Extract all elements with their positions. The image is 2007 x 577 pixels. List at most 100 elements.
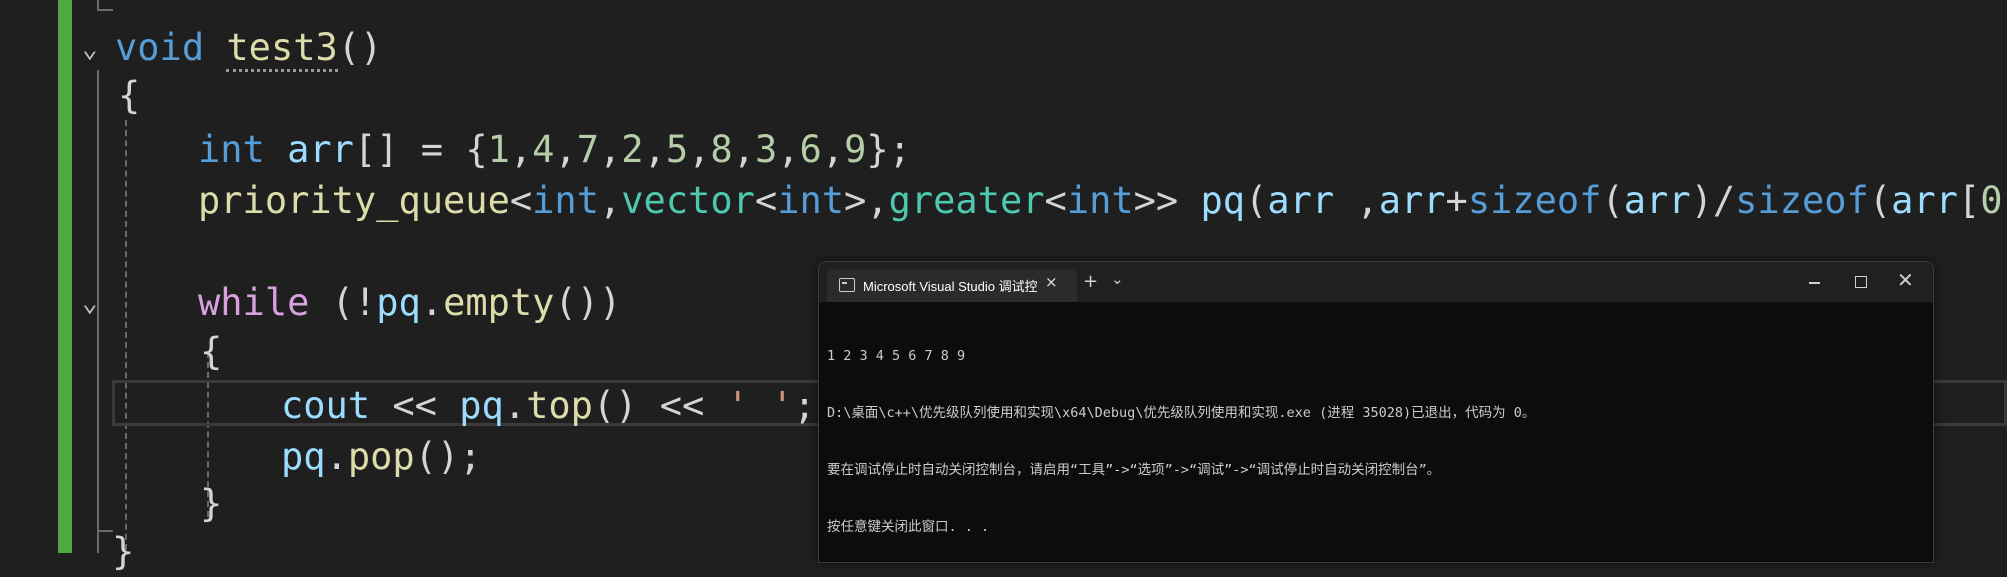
code-text: , bbox=[554, 128, 577, 171]
code-line[interactable]: void test3() bbox=[115, 22, 382, 73]
terminal-icon bbox=[839, 278, 855, 292]
code-line[interactable]: while (!pq.empty()) bbox=[198, 277, 621, 328]
code-text: () bbox=[592, 384, 638, 427]
variable: cout bbox=[281, 384, 371, 427]
variable: pq bbox=[281, 435, 326, 478]
code-text: > bbox=[844, 179, 867, 222]
keyword: sizeof bbox=[1467, 179, 1602, 222]
code-text: >> bbox=[1133, 179, 1179, 222]
code-text: < bbox=[1044, 179, 1067, 222]
keyword: int bbox=[777, 179, 845, 222]
console-output: 1 2 3 4 5 6 7 8 9 D:\桌面\c++\优先级队列使用和实现\x… bbox=[827, 309, 1535, 562]
code-line[interactable]: } bbox=[200, 478, 222, 529]
code-text: ( bbox=[1868, 179, 1892, 222]
code-text: , bbox=[688, 128, 711, 171]
brace: { bbox=[118, 74, 141, 117]
fold-chevron-icon[interactable]: ⌄ bbox=[82, 290, 108, 316]
keyword: while bbox=[198, 281, 310, 324]
code-text: . bbox=[420, 281, 444, 324]
code-line[interactable]: pq.pop(); bbox=[281, 431, 482, 482]
variable: arr bbox=[1378, 179, 1446, 222]
code-text: + bbox=[1445, 179, 1468, 222]
type-name: priority_queue bbox=[198, 179, 510, 222]
number: 4 bbox=[532, 128, 555, 171]
keyword: int bbox=[198, 128, 265, 171]
console-line: 1 2 3 4 5 6 7 8 9 bbox=[827, 348, 966, 364]
code-text: << bbox=[637, 384, 727, 427]
type-name: greater bbox=[888, 179, 1045, 222]
new-tab-button[interactable]: + bbox=[1083, 271, 1098, 292]
code-text: )/ bbox=[1690, 179, 1736, 222]
code-text: (! bbox=[309, 281, 377, 324]
indent-guide bbox=[125, 120, 127, 550]
variable: arr bbox=[1267, 179, 1335, 222]
variable: pq bbox=[1200, 179, 1246, 222]
code-text: . bbox=[503, 384, 527, 427]
code-text: (); bbox=[414, 435, 482, 478]
code-text: ()) bbox=[554, 281, 622, 324]
keyword: int bbox=[532, 179, 599, 222]
code-text: , bbox=[777, 128, 800, 171]
number: 5 bbox=[665, 128, 689, 171]
code-line[interactable]: { bbox=[118, 70, 140, 121]
code-text: , bbox=[509, 128, 533, 171]
close-window-button[interactable]: ✕ bbox=[1897, 268, 1914, 292]
code-text: , bbox=[866, 179, 889, 222]
code-text: [] = { bbox=[353, 128, 488, 171]
number: 7 bbox=[576, 128, 599, 171]
code-text: () bbox=[337, 26, 383, 69]
brace: { bbox=[200, 330, 223, 373]
code-line[interactable]: } bbox=[112, 526, 134, 577]
code-line[interactable]: priority_queue<int,vector<int>,greater<i… bbox=[198, 175, 2007, 226]
code-text: , bbox=[1334, 179, 1379, 222]
code-line[interactable]: int arr[] = {1,4,7,2,5,8,3,6,9}; bbox=[198, 124, 911, 175]
code-text: ])); bbox=[2002, 179, 2007, 222]
console-line: 要在调试停止时自动关闭控制台，请启用“工具”->“选项”->“调试”->“调试停… bbox=[827, 462, 1441, 478]
code-text: . bbox=[325, 435, 348, 478]
console-line: 按任意键关闭此窗口. . . bbox=[827, 519, 990, 535]
maximize-button[interactable] bbox=[1855, 276, 1867, 288]
code-line[interactable]: cout << pq.top() << ' '; bbox=[281, 380, 816, 431]
code-text: < bbox=[509, 179, 533, 222]
variable: arr bbox=[287, 128, 354, 171]
code-text: }; bbox=[866, 128, 911, 171]
code-text: ( bbox=[1245, 179, 1268, 222]
brace: } bbox=[112, 530, 135, 573]
code-line[interactable]: { bbox=[200, 326, 222, 377]
code-text: ( bbox=[1601, 179, 1624, 222]
chevron-down-icon[interactable]: ⌄ bbox=[1111, 270, 1124, 288]
console-tab-title: Microsoft Visual Studio 调试控制台 bbox=[863, 279, 1037, 294]
brace: } bbox=[200, 482, 223, 525]
code-text: < bbox=[754, 179, 778, 222]
function-name: pop bbox=[347, 435, 415, 478]
function-name: empty bbox=[443, 281, 555, 324]
code-text: << bbox=[370, 384, 460, 427]
number: 8 bbox=[710, 128, 733, 171]
fold-chevron-icon[interactable]: ⌄ bbox=[82, 36, 108, 62]
number: 0 bbox=[1980, 179, 2003, 222]
console-tab[interactable]: Microsoft Visual Studio 调试控制台 × bbox=[827, 269, 1077, 302]
number: 6 bbox=[799, 128, 822, 171]
code-text: , bbox=[821, 128, 845, 171]
code-text: [ bbox=[1957, 179, 1981, 222]
function-name: test3 bbox=[226, 26, 338, 72]
keyword: int bbox=[1066, 179, 1134, 222]
code-text: , bbox=[599, 128, 622, 171]
variable: arr bbox=[1891, 179, 1958, 222]
number: 1 bbox=[487, 128, 510, 171]
string-literal: ' ' bbox=[726, 384, 794, 427]
variable: pq bbox=[376, 281, 421, 324]
variable: pq bbox=[459, 384, 504, 427]
indent-guide bbox=[97, 9, 113, 11]
number: 3 bbox=[754, 128, 778, 171]
minimize-button[interactable] bbox=[1809, 282, 1820, 284]
change-indicator-bar bbox=[58, 0, 72, 553]
function-name: top bbox=[526, 384, 593, 427]
keyword: sizeof bbox=[1735, 179, 1869, 222]
keyword: void bbox=[115, 26, 205, 69]
code-text: ; bbox=[793, 384, 816, 427]
console-titlebar[interactable]: Microsoft Visual Studio 调试控制台 × + ⌄ ✕ bbox=[819, 262, 1933, 302]
close-tab-icon[interactable]: × bbox=[1045, 273, 1058, 291]
debug-console-window[interactable]: Microsoft Visual Studio 调试控制台 × + ⌄ ✕ 1 … bbox=[818, 261, 1934, 563]
